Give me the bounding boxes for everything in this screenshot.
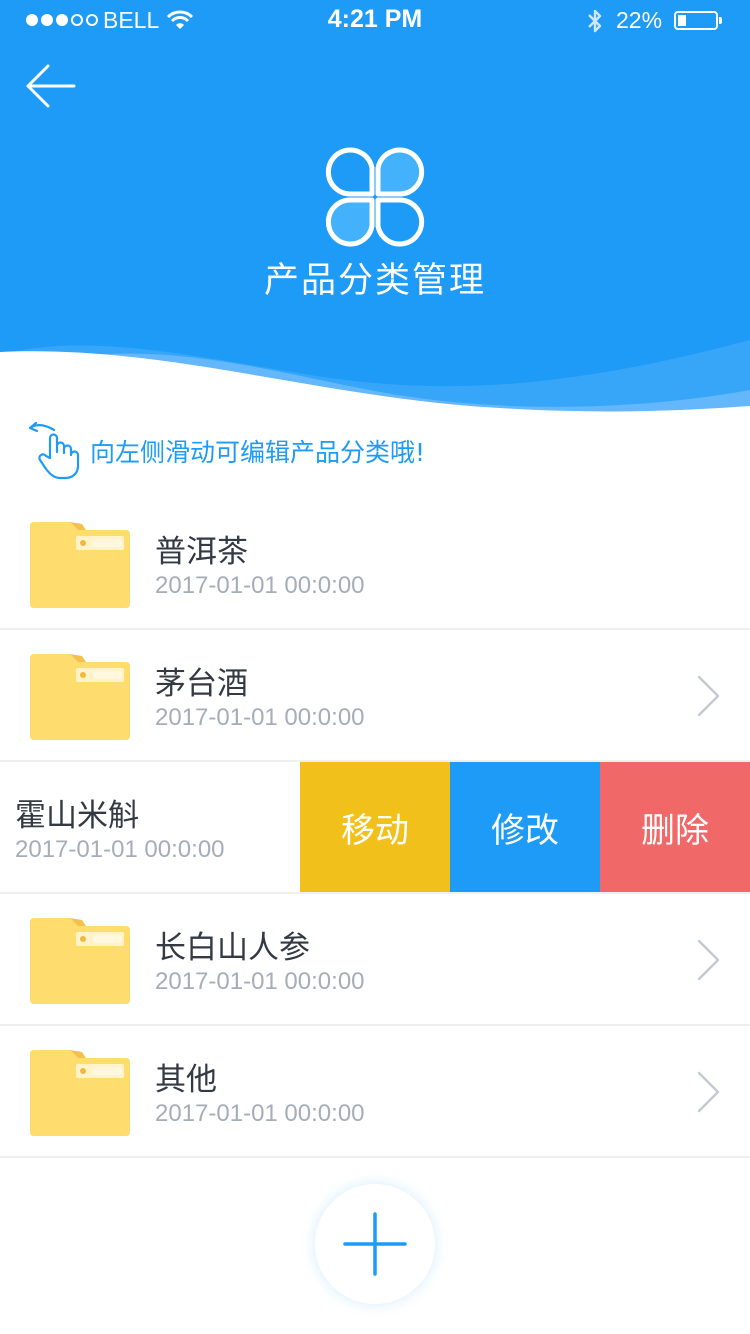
category-row[interactable]: 普洱茶 2017-01-01 00:0:00 <box>0 498 750 630</box>
battery-icon <box>674 11 718 30</box>
chevron-right-icon[interactable] <box>696 1070 722 1114</box>
category-date: 2017-01-01 00:0:00 <box>155 968 365 995</box>
swipe-actions: 移动 修改 删除 <box>300 762 750 892</box>
status-bar: BELL 4:21 PM 22% <box>0 0 750 40</box>
chevron-right-icon[interactable] <box>696 674 722 718</box>
category-name: 长白山人参 <box>155 930 310 966</box>
category-list: 普洱茶 2017-01-01 00:0:00 茅台酒 2017-01-01 00… <box>0 498 750 1158</box>
swipe-left-hand-icon <box>28 421 80 480</box>
plus-icon <box>343 1212 407 1276</box>
category-date: 2017-01-01 00:0:00 <box>155 572 365 599</box>
arrow-left-icon <box>26 64 76 108</box>
category-row[interactable]: 茅台酒 2017-01-01 00:0:00 <box>0 630 750 762</box>
edit-button[interactable]: 修改 <box>450 762 600 892</box>
four-leaf-logo-icon <box>325 147 425 247</box>
page-title: 产品分类管理 <box>263 261 486 301</box>
swipe-hint-text: 向左侧滑动可编辑产品分类哦! <box>90 438 426 467</box>
bluetooth-icon <box>588 9 602 33</box>
back-button[interactable] <box>22 58 80 116</box>
folder-icon <box>30 918 130 1004</box>
category-row[interactable]: 其他 2017-01-01 00:0:00 <box>0 1026 750 1158</box>
category-date: 2017-01-01 00:0:00 <box>155 704 365 731</box>
swipe-hint: 向左侧滑动可编辑产品分类哦! <box>28 420 425 480</box>
folder-icon <box>30 522 130 608</box>
category-name: 霍山米斛 <box>15 798 139 834</box>
battery-percent: 22% <box>616 7 663 33</box>
battery-tip <box>719 17 722 24</box>
header: BELL 4:21 PM 22% 产品分类管理 <box>0 0 750 420</box>
category-date: 2017-01-01 00:0:00 <box>15 836 225 863</box>
battery-fill <box>678 15 686 26</box>
chevron-right-icon[interactable] <box>696 938 722 982</box>
category-name: 普洱茶 <box>155 534 248 570</box>
delete-button[interactable]: 删除 <box>600 762 750 892</box>
category-name: 茅台酒 <box>155 666 248 702</box>
category-name: 其他 <box>155 1062 217 1098</box>
category-row-swiped[interactable]: 霍山米斛 2017-01-01 00:0:00 移动 修改 删除 <box>0 762 750 894</box>
folder-icon <box>30 1050 130 1136</box>
folder-icon <box>30 654 130 740</box>
move-button[interactable]: 移动 <box>300 762 450 892</box>
add-category-button[interactable] <box>315 1184 435 1304</box>
category-row[interactable]: 长白山人参 2017-01-01 00:0:00 <box>0 894 750 1026</box>
category-date: 2017-01-01 00:0:00 <box>155 1100 365 1127</box>
